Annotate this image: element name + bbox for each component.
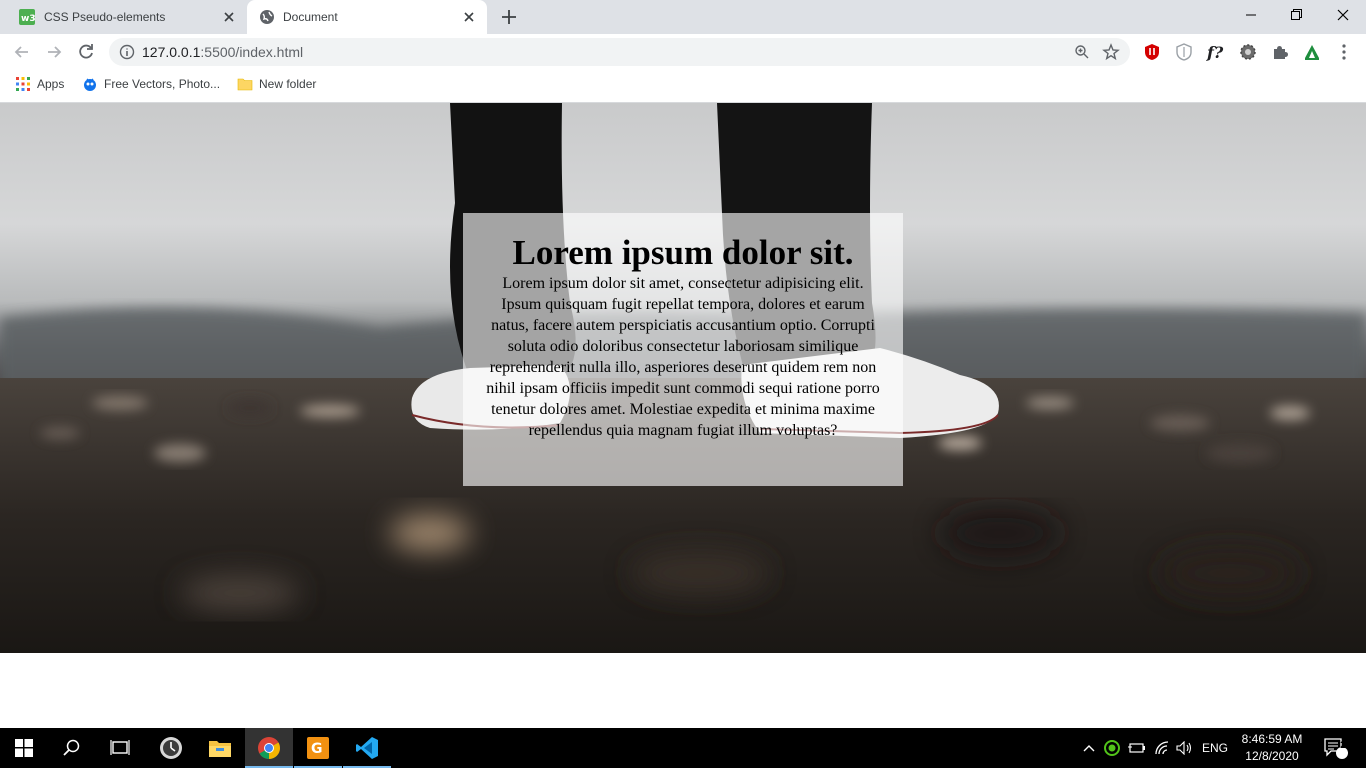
close-tab-icon[interactable] bbox=[221, 9, 237, 25]
taskbar-app-chrome[interactable] bbox=[245, 728, 293, 768]
svg-text:f?: f? bbox=[1206, 43, 1224, 61]
restore-button[interactable] bbox=[1274, 0, 1320, 30]
minimize-icon bbox=[1246, 14, 1256, 16]
bookmarks-bar: Apps Free Vectors, Photo... New folder bbox=[0, 70, 1366, 103]
taskbar-app-clock[interactable] bbox=[147, 728, 195, 768]
reload-icon[interactable] bbox=[76, 42, 96, 62]
url-host: 127.0.0.1 bbox=[142, 44, 201, 60]
start-button[interactable] bbox=[0, 728, 48, 768]
task-view-icon bbox=[110, 740, 130, 755]
battery-icon[interactable] bbox=[1127, 728, 1147, 768]
menu-kebab-icon[interactable] bbox=[1334, 42, 1354, 62]
bookmark-new-folder[interactable]: New folder bbox=[237, 70, 327, 98]
pdf-app-icon: G bbox=[307, 737, 329, 759]
clock[interactable]: 8:46:59 AM 12/8/2020 bbox=[1230, 731, 1314, 765]
clock-date: 12/8/2020 bbox=[1245, 749, 1299, 763]
task-view-button[interactable] bbox=[96, 728, 144, 768]
action-center-button[interactable]: 2 bbox=[1316, 728, 1356, 768]
clock-app-icon bbox=[160, 737, 182, 759]
hero-background-image: Lorem ipsum dolor sit. Lorem ipsum dolor… bbox=[0, 103, 1366, 653]
wifi-icon[interactable] bbox=[1152, 728, 1172, 768]
restore-icon bbox=[1291, 9, 1302, 20]
search-button[interactable] bbox=[48, 728, 96, 768]
browser-toolbar: 127.0.0.1:5500/index.html f? bbox=[0, 34, 1366, 70]
address-bar[interactable]: 127.0.0.1:5500/index.html bbox=[109, 38, 1130, 66]
language-indicator[interactable]: ENG bbox=[1198, 728, 1232, 768]
tray-green-app-icon[interactable] bbox=[1102, 728, 1122, 768]
w3schools-icon: w3 bbox=[19, 9, 35, 25]
taskbar-app-vscode[interactable] bbox=[343, 728, 391, 768]
tab-strip: w3 CSS Pseudo-elements Document bbox=[0, 0, 1366, 34]
bookmark-free-vectors[interactable]: Free Vectors, Photo... bbox=[82, 70, 222, 98]
gear-extension-icon[interactable] bbox=[1238, 42, 1258, 62]
windows-logo-icon bbox=[15, 739, 33, 757]
clock-time: 8:46:59 AM bbox=[1241, 732, 1303, 746]
camp-extension-icon[interactable] bbox=[1302, 42, 1322, 62]
zoom-icon[interactable] bbox=[1074, 44, 1090, 60]
taskbar-app-file-explorer[interactable] bbox=[196, 728, 244, 768]
page-viewport: Lorem ipsum dolor sit. Lorem ipsum dolor… bbox=[0, 103, 1366, 728]
close-tab-icon[interactable] bbox=[461, 9, 477, 25]
minimize-button[interactable] bbox=[1228, 0, 1274, 30]
bookmark-label: New folder bbox=[259, 77, 317, 91]
tab-css-pseudo-elements[interactable]: w3 CSS Pseudo-elements bbox=[0, 0, 247, 34]
search-icon bbox=[63, 739, 80, 756]
page-heading: Lorem ipsum dolor sit. bbox=[512, 233, 854, 272]
forward-icon[interactable] bbox=[44, 42, 64, 62]
puzzle-extensions-icon[interactable] bbox=[1270, 42, 1290, 62]
svg-text:w3: w3 bbox=[21, 14, 35, 24]
url-text[interactable]: 127.0.0.1:5500/index.html bbox=[142, 38, 303, 66]
svg-text:G: G bbox=[311, 741, 323, 757]
new-tab-icon[interactable] bbox=[500, 8, 518, 26]
shield-extension-icon[interactable] bbox=[1174, 42, 1194, 62]
ublock-extension-icon[interactable] bbox=[1142, 42, 1162, 62]
vscode-icon bbox=[356, 737, 378, 759]
chrome-icon bbox=[258, 737, 280, 759]
tab-title: CSS Pseudo-elements bbox=[44, 10, 166, 24]
page-paragraph: Lorem ipsum dolor sit amet, consectetur … bbox=[486, 275, 880, 439]
url-path: :5500/index.html bbox=[200, 44, 304, 60]
text-card: Lorem ipsum dolor sit. Lorem ipsum dolor… bbox=[463, 213, 903, 486]
tab-title: Document bbox=[283, 10, 338, 24]
font-extension-icon[interactable]: f? bbox=[1206, 42, 1226, 62]
close-icon bbox=[1337, 9, 1349, 21]
show-hidden-icons-button[interactable] bbox=[1080, 728, 1098, 768]
freepik-icon bbox=[84, 78, 96, 91]
file-explorer-icon bbox=[209, 741, 231, 757]
bookmark-apps[interactable]: Apps bbox=[15, 70, 75, 98]
close-window-button[interactable] bbox=[1320, 0, 1366, 30]
bookmark-star-icon[interactable] bbox=[1102, 43, 1120, 61]
tab-document[interactable]: Document bbox=[247, 0, 487, 34]
back-icon[interactable] bbox=[12, 42, 32, 62]
volume-icon[interactable] bbox=[1175, 728, 1195, 768]
folder-icon bbox=[237, 78, 253, 91]
apps-grid-icon bbox=[16, 77, 30, 91]
notification-count: 2 bbox=[1340, 740, 1346, 751]
bookmark-label: Apps bbox=[37, 77, 65, 91]
chevron-up-icon bbox=[1083, 745, 1095, 752]
info-icon[interactable] bbox=[119, 44, 135, 60]
taskbar-app-pdf[interactable]: G bbox=[294, 728, 342, 768]
globe-icon bbox=[260, 10, 274, 24]
bookmark-label: Free Vectors, Photo... bbox=[104, 77, 221, 91]
windows-taskbar: G ENG 8:46:59 AM 12/8/2020 2 bbox=[0, 728, 1366, 768]
